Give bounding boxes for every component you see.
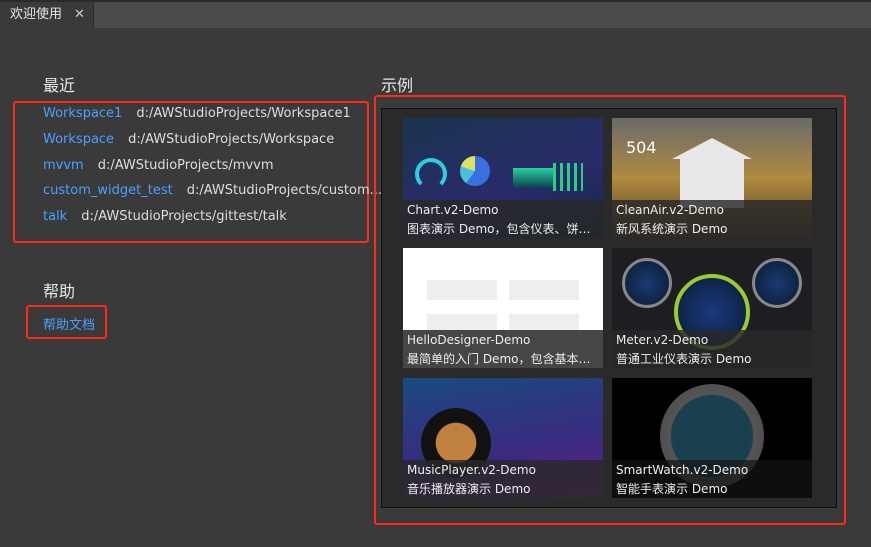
example-card-cleanair[interactable]: 504 CleanAir.v2-Demo 新风系统演示 Demo [612,118,812,238]
help-docs-link[interactable]: 帮助文档 [43,314,95,333]
tab-label: 欢迎使用 [10,7,63,22]
recent-path: d:/AWStudioProjects/custom... [186,183,383,198]
close-icon[interactable]: ✕ [74,2,85,28]
example-title: Chart.v2-Demo [407,203,499,217]
example-desc: 音乐播放器演示 Demo [407,482,531,496]
recent-path: d:/AWStudioProjects/mvvm [97,158,274,173]
recent-name[interactable]: mvvm [43,158,84,173]
recent-item[interactable]: custom_widget_test d:/AWStudioProjects/cu… [43,183,382,198]
example-desc: 最简单的入门 Demo，包含基本的文... [407,352,599,366]
example-desc: 图表演示 Demo，包含仪表、饼图、... [407,222,599,236]
recent-item[interactable]: mvvm d:/AWStudioProjects/mvvm [43,158,274,173]
recent-name[interactable]: talk [43,209,67,224]
example-card-chart[interactable]: Chart.v2-Demo 图表演示 Demo，包含仪表、饼图、... [403,118,603,238]
example-title: Meter.v2-Demo [616,333,709,347]
recent-path: d:/AWStudioProjects/Workspace1 [136,106,351,121]
recent-name[interactable]: custom_widget_test [43,183,173,198]
example-desc: 智能手表演示 Demo [616,482,728,496]
example-title: HelloDesigner-Demo [407,333,531,347]
recent-path: d:/AWStudioProjects/Workspace [128,132,335,147]
example-title: SmartWatch.v2-Demo [616,463,749,477]
example-desc: 新风系统演示 Demo [616,222,728,236]
example-title: CleanAir.v2-Demo [616,203,724,217]
recent-name[interactable]: Workspace1 [43,106,122,121]
example-card-musicplayer[interactable]: MusicPlayer.v2-Demo 音乐播放器演示 Demo [403,378,603,498]
example-card-hellodesigner[interactable]: HelloDesigner-Demo 最简单的入门 Demo，包含基本的文... [403,248,603,368]
recent-heading: 最近 [43,76,76,95]
recent-item[interactable]: Workspace d:/AWStudioProjects/Workspace [43,132,334,147]
example-card-meter[interactable]: Meter.v2-Demo 普通工业仪表演示 Demo [612,248,812,368]
tab-welcome[interactable]: 欢迎使用 ✕ [0,2,94,28]
tab-bar: 欢迎使用 ✕ [0,0,871,28]
help-heading: 帮助 [43,282,76,301]
recent-path: d:/AWStudioProjects/gittest/talk [81,209,287,224]
example-desc: 普通工业仪表演示 Demo [616,352,752,366]
recent-item[interactable]: Workspace1 d:/AWStudioProjects/Workspace1 [43,106,351,121]
example-card-smartwatch[interactable]: SmartWatch.v2-Demo 智能手表演示 Demo [612,378,812,498]
example-title: MusicPlayer.v2-Demo [407,463,536,477]
recent-item[interactable]: talk d:/AWStudioProjects/gittest/talk [43,209,287,224]
examples-heading: 示例 [381,76,414,95]
recent-name[interactable]: Workspace [43,132,114,147]
